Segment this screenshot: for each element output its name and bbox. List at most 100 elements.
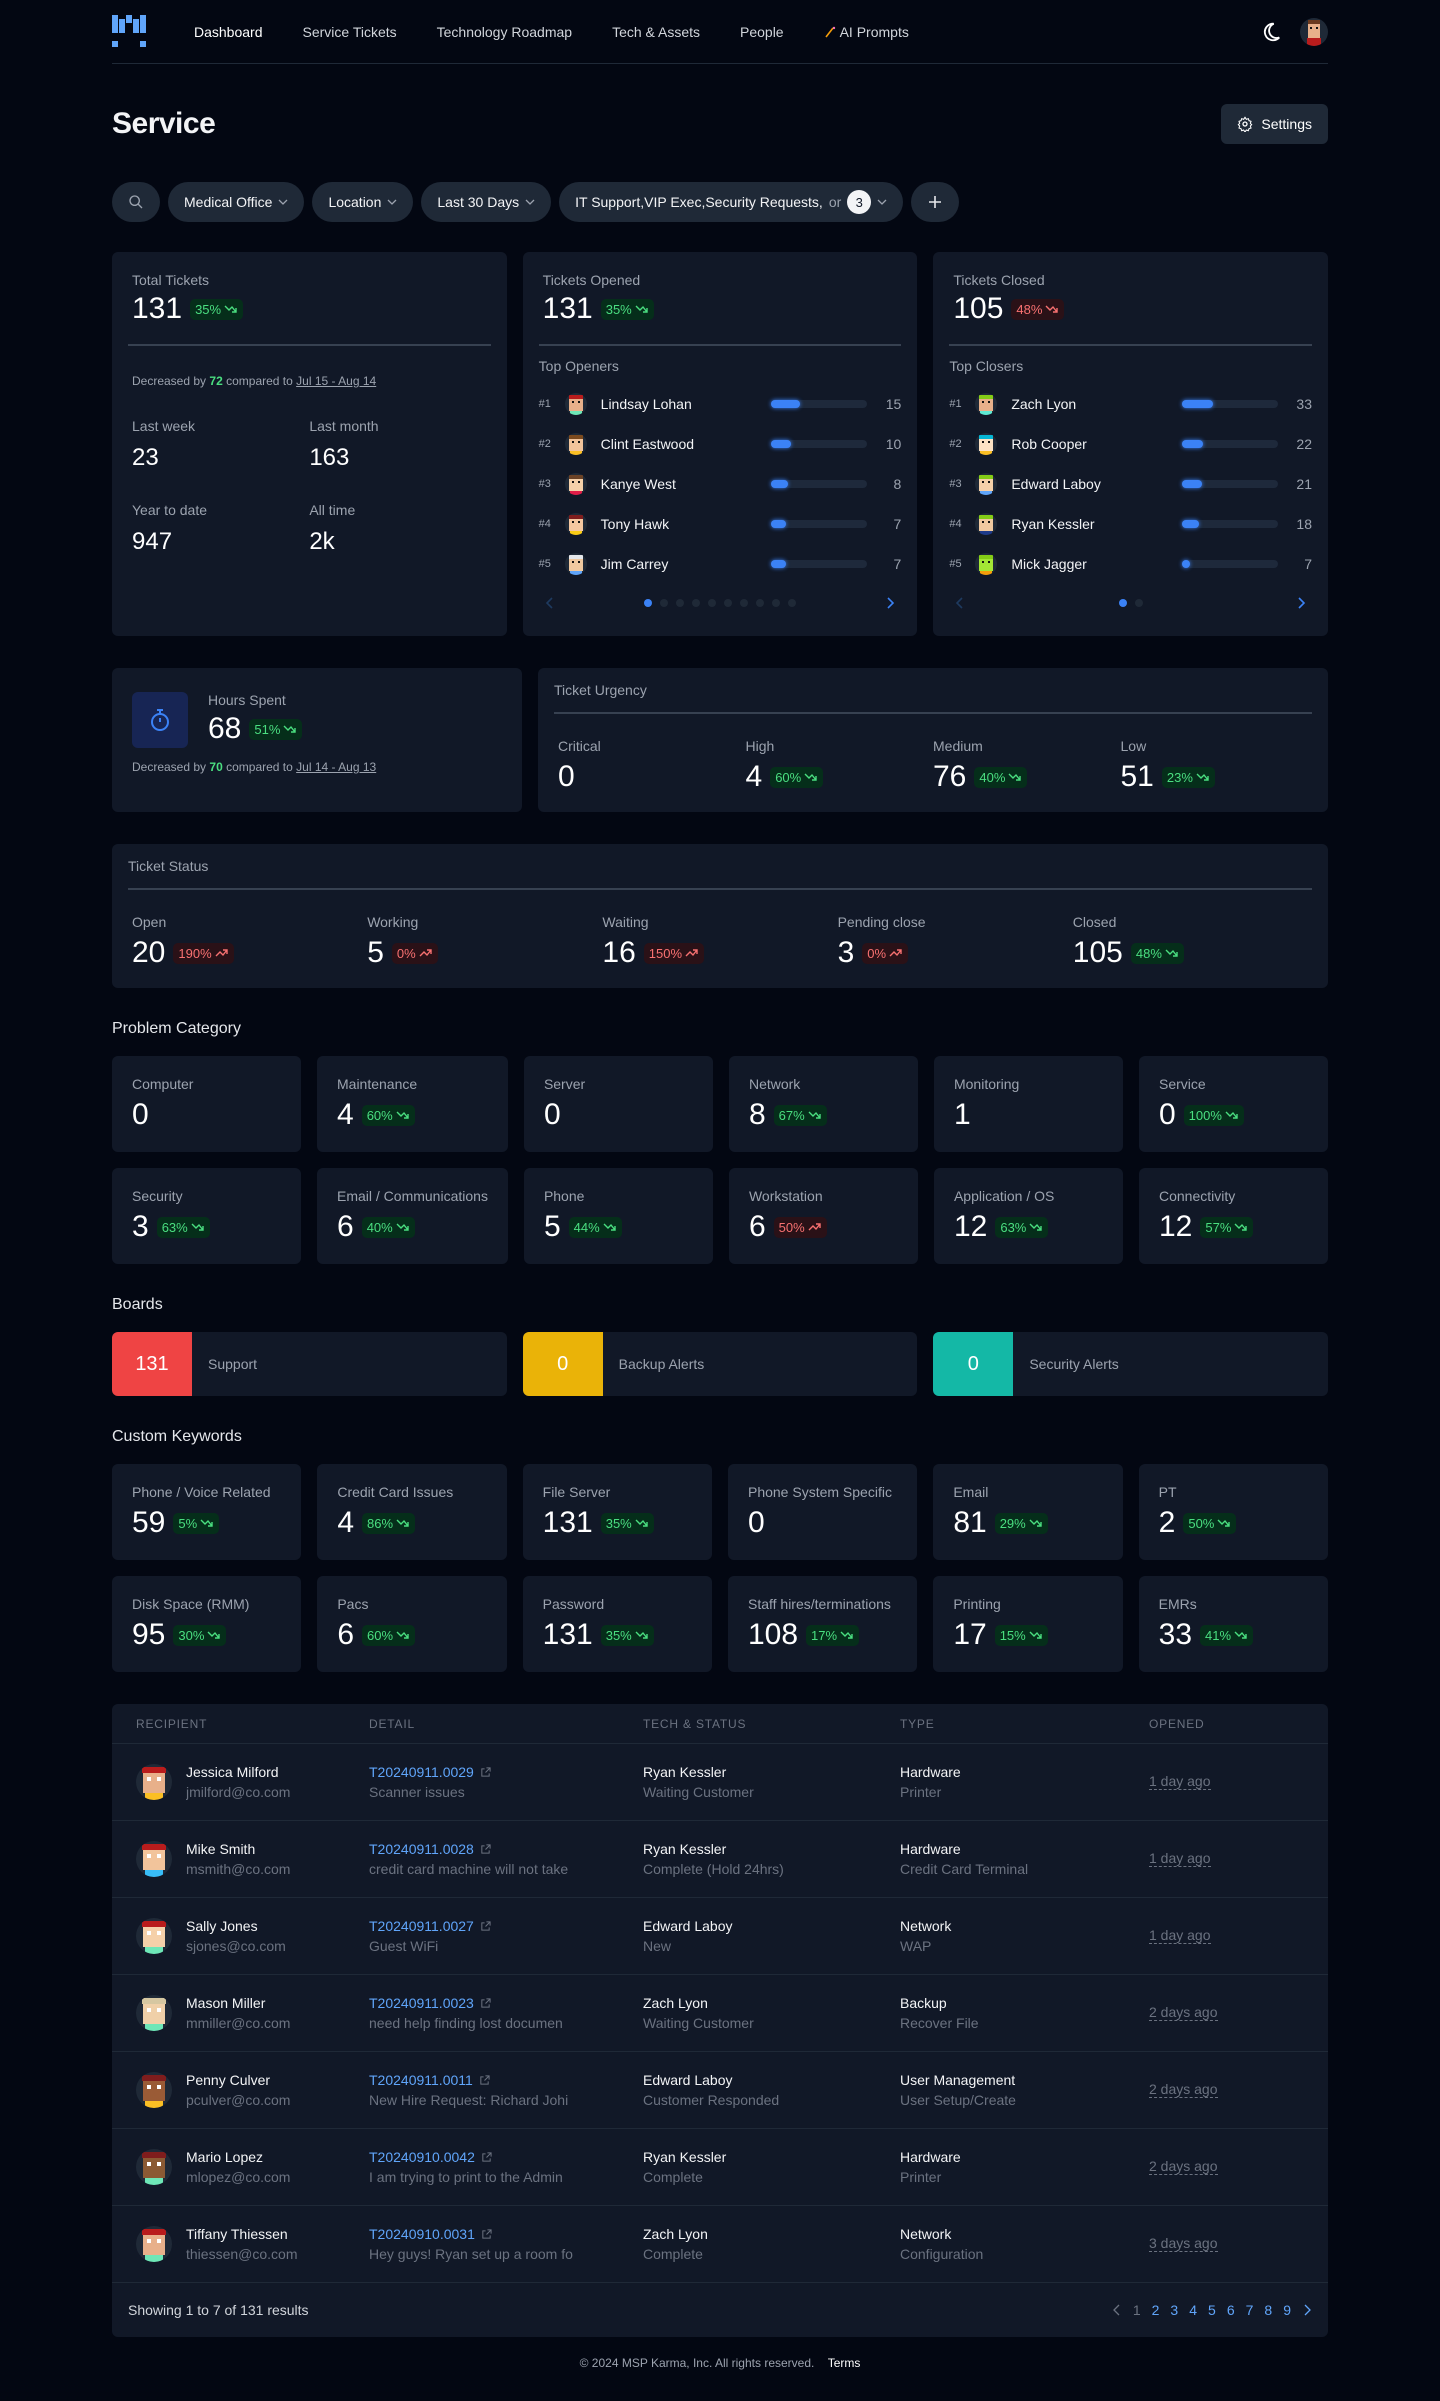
- keywords-card[interactable]: EMRs 33 41%: [1138, 1576, 1328, 1672]
- logo[interactable]: [112, 14, 146, 49]
- rank-row[interactable]: #3 Edward Laboy 21: [949, 464, 1312, 504]
- table-row[interactable]: Sally Jones sjones@co.com T20240911.0027…: [112, 1898, 1328, 1975]
- urgency-stat-low[interactable]: Low 51 23%: [1121, 738, 1309, 792]
- terms-link[interactable]: Terms: [828, 2356, 861, 2370]
- problem-category-card[interactable]: Email / Communications 6 40%: [317, 1168, 508, 1264]
- page-dot[interactable]: [643, 599, 652, 607]
- status-stat-pending-close[interactable]: Pending close 3 0%: [838, 914, 1073, 968]
- board-card[interactable]: 0 Backup Alerts: [522, 1332, 918, 1396]
- nav-link-ai-prompts[interactable]: AI Prompts: [824, 24, 909, 40]
- problem-category-card[interactable]: Phone 5 44%: [523, 1168, 713, 1264]
- ticket-link[interactable]: T20240911.0029: [369, 1764, 643, 1780]
- problem-category-card[interactable]: Workstation 6 50%: [728, 1168, 918, 1264]
- urgency-stat-critical[interactable]: Critical 0: [558, 738, 746, 792]
- problem-category-card[interactable]: Network 8 67%: [728, 1056, 918, 1152]
- table-row[interactable]: Mario Lopez mlopez@co.com T20240910.0042…: [112, 2129, 1328, 2206]
- table-row[interactable]: Mike Smith msmith@co.com T20240911.0028 …: [112, 1821, 1328, 1898]
- page-number[interactable]: 5: [1208, 2302, 1216, 2318]
- nav-link-dashboard[interactable]: Dashboard: [194, 24, 263, 40]
- user-avatar[interactable]: [1300, 17, 1328, 46]
- board-card[interactable]: 0 Security Alerts: [933, 1332, 1328, 1396]
- page-dot[interactable]: [723, 599, 732, 607]
- compare-range-link[interactable]: Jul 15 - Aug 14: [296, 374, 376, 388]
- keywords-card[interactable]: Staff hires/terminations 108 17%: [727, 1576, 918, 1672]
- ticket-link[interactable]: T20240911.0011: [369, 2072, 643, 2088]
- page-dot[interactable]: [787, 599, 796, 607]
- urgency-stat-medium[interactable]: Medium 76 40%: [933, 738, 1121, 792]
- nav-link-technology-roadmap[interactable]: Technology Roadmap: [437, 24, 572, 40]
- ticket-link[interactable]: T20240910.0031: [369, 2226, 643, 2242]
- page-dot[interactable]: [675, 599, 684, 607]
- dark-mode-moon-icon[interactable]: [1260, 21, 1282, 43]
- client-filter[interactable]: Medical Office: [168, 182, 305, 222]
- table-row[interactable]: Tiffany Thiessen thiessen@co.com T202409…: [112, 2206, 1328, 2283]
- page-number[interactable]: 1: [1133, 2302, 1141, 2318]
- search-button[interactable]: [112, 182, 160, 222]
- add-filter-button[interactable]: [911, 182, 960, 222]
- rank-row[interactable]: #5 Mick Jagger 7: [949, 544, 1312, 584]
- problem-category-card[interactable]: Application / OS 12 63%: [933, 1168, 1123, 1264]
- rank-row[interactable]: #1 Zach Lyon 33: [949, 384, 1312, 424]
- nav-link-tech-assets[interactable]: Tech & Assets: [612, 24, 700, 40]
- board-card[interactable]: 131 Support: [112, 1332, 507, 1396]
- rank-row[interactable]: #4 Tony Hawk 7: [539, 504, 901, 544]
- status-stat-closed[interactable]: Closed 105 48%: [1073, 914, 1308, 968]
- page-dot[interactable]: [659, 599, 668, 607]
- table-row[interactable]: Jessica Milford jmilford@co.com T2024091…: [112, 1744, 1328, 1821]
- keywords-card[interactable]: Pacs 6 60%: [317, 1576, 507, 1672]
- page-dot[interactable]: [755, 599, 764, 607]
- keywords-card[interactable]: Phone System Specific 0: [727, 1464, 918, 1560]
- rank-row[interactable]: #3 Kanye West 8: [539, 464, 901, 504]
- rank-row[interactable]: #5 Jim Carrey 7: [539, 544, 901, 584]
- problem-category-card[interactable]: Monitoring 1: [933, 1056, 1123, 1152]
- problem-category-card[interactable]: Service 0 100%: [1138, 1056, 1328, 1152]
- nav-link-people[interactable]: People: [740, 24, 784, 40]
- status-stat-waiting[interactable]: Waiting 16 150%: [602, 914, 837, 968]
- page-dot[interactable]: [1118, 599, 1127, 607]
- chevron-left-icon[interactable]: [543, 596, 557, 610]
- keywords-card[interactable]: PT 2 50%: [1138, 1464, 1328, 1560]
- prev-page-icon[interactable]: [1112, 2304, 1122, 2316]
- status-stat-working[interactable]: Working 5 0%: [367, 914, 602, 968]
- rank-row[interactable]: #2 Rob Cooper 22: [949, 424, 1312, 464]
- ticket-link[interactable]: T20240911.0027: [369, 1918, 643, 1934]
- settings-button[interactable]: Settings: [1221, 104, 1328, 144]
- status-stat-open[interactable]: Open 20 190%: [132, 914, 367, 968]
- rank-row[interactable]: #2 Clint Eastwood 10: [539, 424, 901, 464]
- chevron-right-icon[interactable]: [883, 596, 897, 610]
- page-number[interactable]: 2: [1152, 2302, 1160, 2318]
- page-number[interactable]: 9: [1283, 2302, 1291, 2318]
- keywords-card[interactable]: Disk Space (RMM) 95 30%: [112, 1576, 302, 1672]
- page-dot[interactable]: [739, 599, 748, 607]
- table-row[interactable]: Penny Culver pculver@co.com T20240911.00…: [112, 2052, 1328, 2129]
- keywords-card[interactable]: Phone / Voice Related 59 5%: [112, 1464, 302, 1560]
- problem-category-card[interactable]: Server 0: [523, 1056, 713, 1152]
- ticket-link[interactable]: T20240910.0042: [369, 2149, 643, 2165]
- problem-category-card[interactable]: Connectivity 12 57%: [1138, 1168, 1328, 1264]
- page-number[interactable]: 4: [1189, 2302, 1197, 2318]
- location-filter[interactable]: Location: [312, 182, 414, 222]
- rank-row[interactable]: #4 Ryan Kessler 18: [949, 504, 1312, 544]
- chevron-right-icon[interactable]: [1294, 596, 1308, 610]
- ticket-link[interactable]: T20240911.0023: [369, 1995, 643, 2011]
- page-dot[interactable]: [707, 599, 716, 607]
- urgency-stat-high[interactable]: High 4 60%: [746, 738, 934, 792]
- problem-category-card[interactable]: Maintenance 4 60%: [317, 1056, 508, 1152]
- page-dot[interactable]: [771, 599, 780, 607]
- ticket-link[interactable]: T20240911.0028: [369, 1841, 643, 1857]
- page-dot[interactable]: [691, 599, 700, 607]
- compare-range-link[interactable]: Jul 14 - Aug 13: [296, 760, 376, 774]
- rank-row[interactable]: #1 Lindsay Lohan 15: [539, 384, 901, 424]
- boards-filter[interactable]: IT Support,VIP Exec,Security Requests, o…: [559, 182, 904, 222]
- problem-category-card[interactable]: Security 3 63%: [112, 1168, 301, 1264]
- keywords-card[interactable]: Password 131 35%: [522, 1576, 712, 1672]
- page-number[interactable]: 3: [1170, 2302, 1178, 2318]
- chevron-left-icon[interactable]: [953, 596, 967, 610]
- page-dot[interactable]: [1134, 599, 1143, 607]
- page-number[interactable]: 6: [1227, 2302, 1235, 2318]
- keywords-card[interactable]: File Server 131 35%: [522, 1464, 712, 1560]
- next-page-icon[interactable]: [1302, 2304, 1312, 2316]
- nav-link-service-tickets[interactable]: Service Tickets: [303, 24, 397, 40]
- date-range-filter[interactable]: Last 30 Days: [421, 182, 552, 222]
- page-number[interactable]: 7: [1246, 2302, 1254, 2318]
